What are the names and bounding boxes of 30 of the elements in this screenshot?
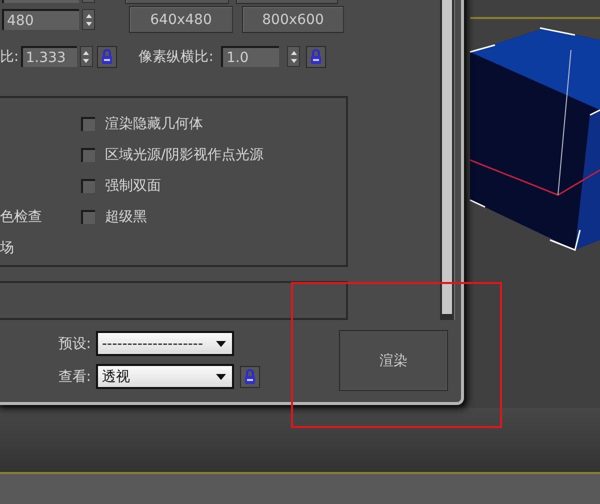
option-checkbox[interactable]: 渲染隐藏几何体: [81, 108, 346, 140]
preset-button[interactable]: 800x600: [242, 6, 344, 34]
view-dropdown[interactable]: 透视: [96, 364, 234, 389]
option-label: 场: [0, 238, 15, 257]
lock-icon: [310, 48, 322, 65]
lock-button[interactable]: [96, 46, 117, 68]
render-button[interactable]: 渲染: [339, 330, 448, 391]
pixel-aspect-label: 像素纵横比:: [138, 48, 214, 66]
scrollbar[interactable]: [440, 0, 454, 320]
lock-button[interactable]: [306, 46, 326, 68]
height-field[interactable]: 480: [2, 9, 79, 30]
dropdown-arrow-icon: [216, 340, 226, 346]
spinner-arrows-icon: [84, 12, 92, 27]
option-checkbox[interactable]: 超级黑: [81, 201, 346, 232]
lock-button[interactable]: [240, 366, 260, 388]
view-label: 查看:: [58, 368, 91, 386]
aspect-label: 比:: [0, 48, 19, 66]
lock-icon: [100, 48, 113, 65]
preset-dropdown[interactable]: --------------------: [96, 331, 234, 356]
pixel-aspect-field[interactable]: 1.0: [221, 46, 280, 68]
dropdown-arrow-icon: [216, 374, 226, 380]
preset-button[interactable]: 640x480: [129, 6, 233, 34]
lock-icon: [244, 368, 256, 384]
option-checkbox[interactable]: 区域光源/阴影视作点光源: [81, 139, 346, 170]
option-checkbox[interactable]: 强制双面: [81, 170, 346, 202]
image-aspect-field[interactable]: 1.333: [20, 46, 77, 68]
preset-label: 预设:: [58, 334, 91, 352]
spinner-arrows-icon: [82, 50, 90, 64]
option-label: 色检查: [0, 208, 43, 226]
spinner-arrows-icon: [290, 50, 298, 64]
